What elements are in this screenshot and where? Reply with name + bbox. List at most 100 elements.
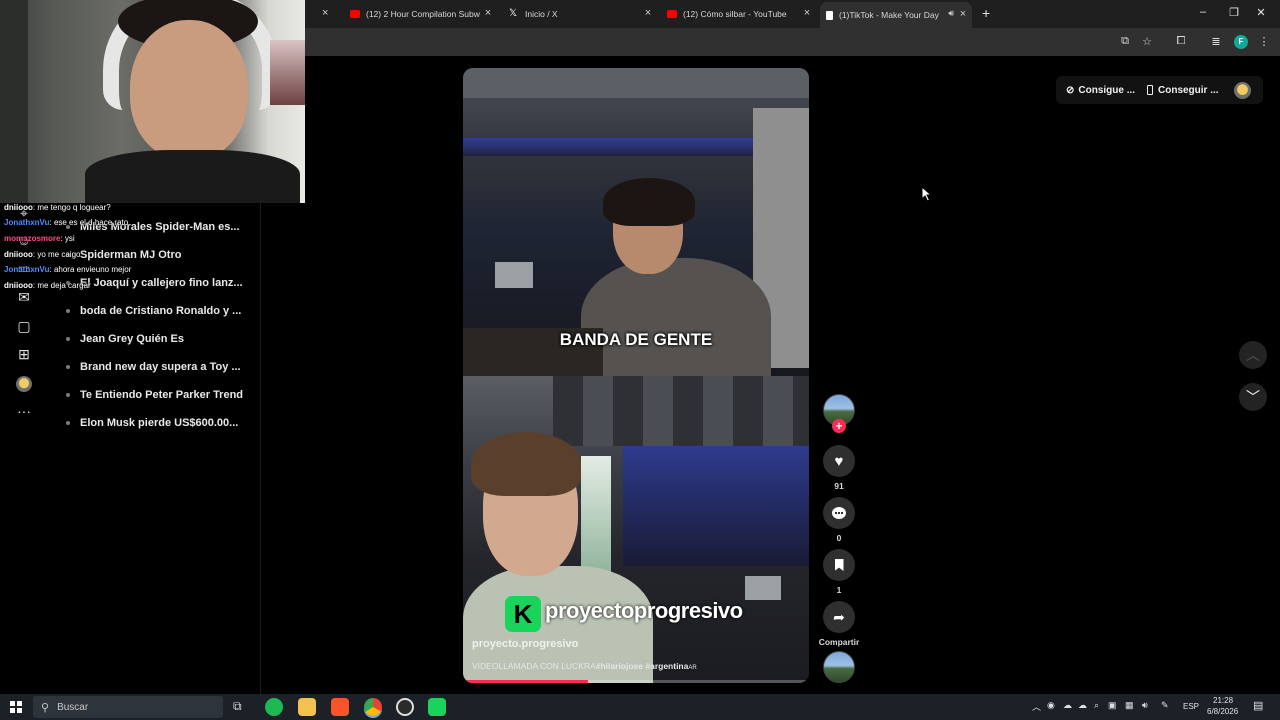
chat-username: momazosmore xyxy=(4,234,61,243)
save-button[interactable] xyxy=(823,549,855,581)
next-video-button[interactable]: ﹀ xyxy=(1239,383,1267,411)
previous-video-button[interactable]: ︿ xyxy=(1239,341,1267,369)
like-button[interactable]: ♥ xyxy=(823,445,855,477)
microphone-icon[interactable]: ⌕ xyxy=(1094,700,1099,711)
monitor xyxy=(495,262,533,288)
clock-date[interactable]: 6/8/2026 xyxy=(1207,707,1238,716)
notifications-icon[interactable]: ▤ xyxy=(1253,699,1263,712)
pen-icon[interactable]: ✎ xyxy=(1161,700,1169,711)
spotify-icon[interactable] xyxy=(265,698,283,716)
discord-icon[interactable]: ◉ xyxy=(1047,700,1055,711)
search-placeholder: Buscar xyxy=(57,701,89,713)
taskbar-search[interactable]: ⚲ Buscar xyxy=(33,696,223,718)
poster xyxy=(270,40,305,105)
ceiling-slats xyxy=(553,376,809,446)
tiktok-icon xyxy=(826,10,833,20)
trend-label: Te Entiendo Peter Parker Trend xyxy=(80,389,244,401)
trend-item[interactable]: El Joaquí y callejero fino lanz... xyxy=(66,277,243,289)
get-coins-button[interactable]: ⊘ Consigue ... xyxy=(1066,77,1135,103)
messages-icon[interactable]: ▢ xyxy=(15,317,33,335)
inbox-icon[interactable]: ✉ xyxy=(15,288,33,306)
trend-item[interactable]: Spiderman MJ Otro xyxy=(66,249,181,261)
tab-tiktok[interactable]: (1)TikTok - Make Your Day 🔊︎ × xyxy=(820,2,972,28)
follow-plus-icon[interactable]: + xyxy=(832,419,846,433)
trend-label: boda de Cristiano Ronaldo y ... xyxy=(80,305,242,317)
device-icon[interactable]: ▣ xyxy=(1108,700,1117,711)
restore-icon[interactable]: ❐ xyxy=(1226,6,1242,19)
share-button[interactable]: ➦ xyxy=(823,601,855,633)
get-app-button[interactable]: Conseguir ... xyxy=(1147,77,1219,103)
close-icon[interactable]: × xyxy=(482,7,494,19)
bullet-icon xyxy=(66,393,70,397)
profile-icon[interactable] xyxy=(15,374,33,393)
face xyxy=(130,20,248,160)
chrome-icon[interactable] xyxy=(364,698,382,716)
coin-icon: ⊘ xyxy=(1066,84,1075,96)
onedrive-icon[interactable]: ☁ xyxy=(1063,700,1072,711)
tab-youtube-compilation[interactable]: (12) 2 Hour Compilation Subw × xyxy=(350,4,494,24)
menu-icon[interactable]: ⋮ xyxy=(1257,35,1271,48)
chat-text: ahora envieuno mejor xyxy=(53,265,132,274)
share-label: Compartir xyxy=(818,637,860,647)
tab-label: (12) 2 Hour Compilation Subw xyxy=(366,9,480,19)
trend-item[interactable]: boda de Cristiano Ronaldo y ... xyxy=(66,305,241,317)
minimize-icon[interactable]: – xyxy=(1195,6,1211,18)
chat-username: JonathxnVu xyxy=(4,265,50,274)
obs-icon[interactable] xyxy=(396,698,414,716)
search-icon: ⚲ xyxy=(41,701,50,714)
trend-label: Spiderman MJ Otro xyxy=(80,249,182,261)
tray-overflow-icon[interactable]: ︿ xyxy=(1032,700,1041,713)
trend-item[interactable]: Brand new day supera a Toy ... xyxy=(66,361,241,373)
sound-avatar[interactable] xyxy=(823,651,855,683)
comment-icon xyxy=(832,507,846,519)
cast-icon[interactable]: ⧉ xyxy=(1118,35,1132,48)
x-logo-icon: 𝕏 xyxy=(509,8,518,19)
person-torso xyxy=(581,258,771,376)
close-icon[interactable]: × xyxy=(642,7,654,19)
file-explorer-icon[interactable] xyxy=(298,698,316,716)
speaker-icon[interactable]: 🔊︎ xyxy=(948,8,954,19)
window xyxy=(581,456,611,576)
comment-button[interactable] xyxy=(823,497,855,529)
upload-icon[interactable]: ⊞ xyxy=(15,345,33,363)
trend-item[interactable]: Elon Musk pierde US$600.00... xyxy=(66,417,238,429)
extensions-icon[interactable]: ⧠ xyxy=(1174,35,1188,48)
tab-youtube-silbar[interactable]: (12) Cómo silbar - YouTube × xyxy=(667,4,813,24)
video-progress-bar[interactable] xyxy=(463,680,809,683)
like-count: 91 xyxy=(834,481,844,491)
windows-start-icon[interactable] xyxy=(10,701,22,713)
new-tab-button[interactable]: + xyxy=(982,5,990,21)
close-window-icon[interactable]: ✕ xyxy=(1253,6,1269,19)
profile-avatar[interactable]: F xyxy=(1234,35,1248,49)
video-player[interactable]: BANDA DE GENTE K proyectoprogresivo proy… xyxy=(463,68,809,683)
close-icon[interactable]: × xyxy=(957,8,969,20)
task-view-icon[interactable]: ⧉ xyxy=(233,699,242,714)
tab-x-home[interactable]: 𝕏 Inicio / X × xyxy=(509,4,654,24)
kick-icon[interactable] xyxy=(428,698,446,716)
mouse-cursor-icon xyxy=(921,186,932,202)
trend-label: Elon Musk pierde US$600.00... xyxy=(80,417,239,429)
user-avatar[interactable] xyxy=(1234,82,1251,99)
language-indicator[interactable]: ESP xyxy=(1183,702,1199,711)
tab-label: Inicio / X xyxy=(525,9,558,19)
network-icon[interactable]: ▦ xyxy=(1125,700,1134,711)
heart-icon: ♥ xyxy=(834,452,844,470)
clock-time[interactable]: 21:28 xyxy=(1213,696,1233,705)
bullet-icon xyxy=(66,421,70,425)
media-controls-icon[interactable]: ≣ xyxy=(1209,35,1223,48)
volume-icon[interactable]: 🔊︎ xyxy=(1142,700,1148,711)
cloud-icon[interactable]: ☁ xyxy=(1078,700,1087,711)
bookmark-icon xyxy=(834,559,844,571)
description-text: VIDEOLLAMADA CON LUCKRA xyxy=(472,661,596,671)
more-icon[interactable]: ··· xyxy=(15,402,33,420)
tab-close-icon[interactable]: × xyxy=(322,7,328,19)
trend-item[interactable]: Te Entiendo Peter Parker Trend xyxy=(66,389,243,401)
bookmark-star-icon[interactable]: ☆ xyxy=(1140,35,1154,48)
brave-icon[interactable] xyxy=(331,698,349,716)
chat-message: JonathxnVu: ese es el d hace rato xyxy=(4,218,129,227)
video-author[interactable]: proyecto.progresivo xyxy=(472,638,578,650)
hashtags[interactable]: #hilariojose #argentina xyxy=(596,661,689,671)
webcam-overlay xyxy=(0,0,305,203)
close-icon[interactable]: × xyxy=(801,7,813,19)
trend-item[interactable]: Jean Grey Quién Es xyxy=(66,333,184,345)
